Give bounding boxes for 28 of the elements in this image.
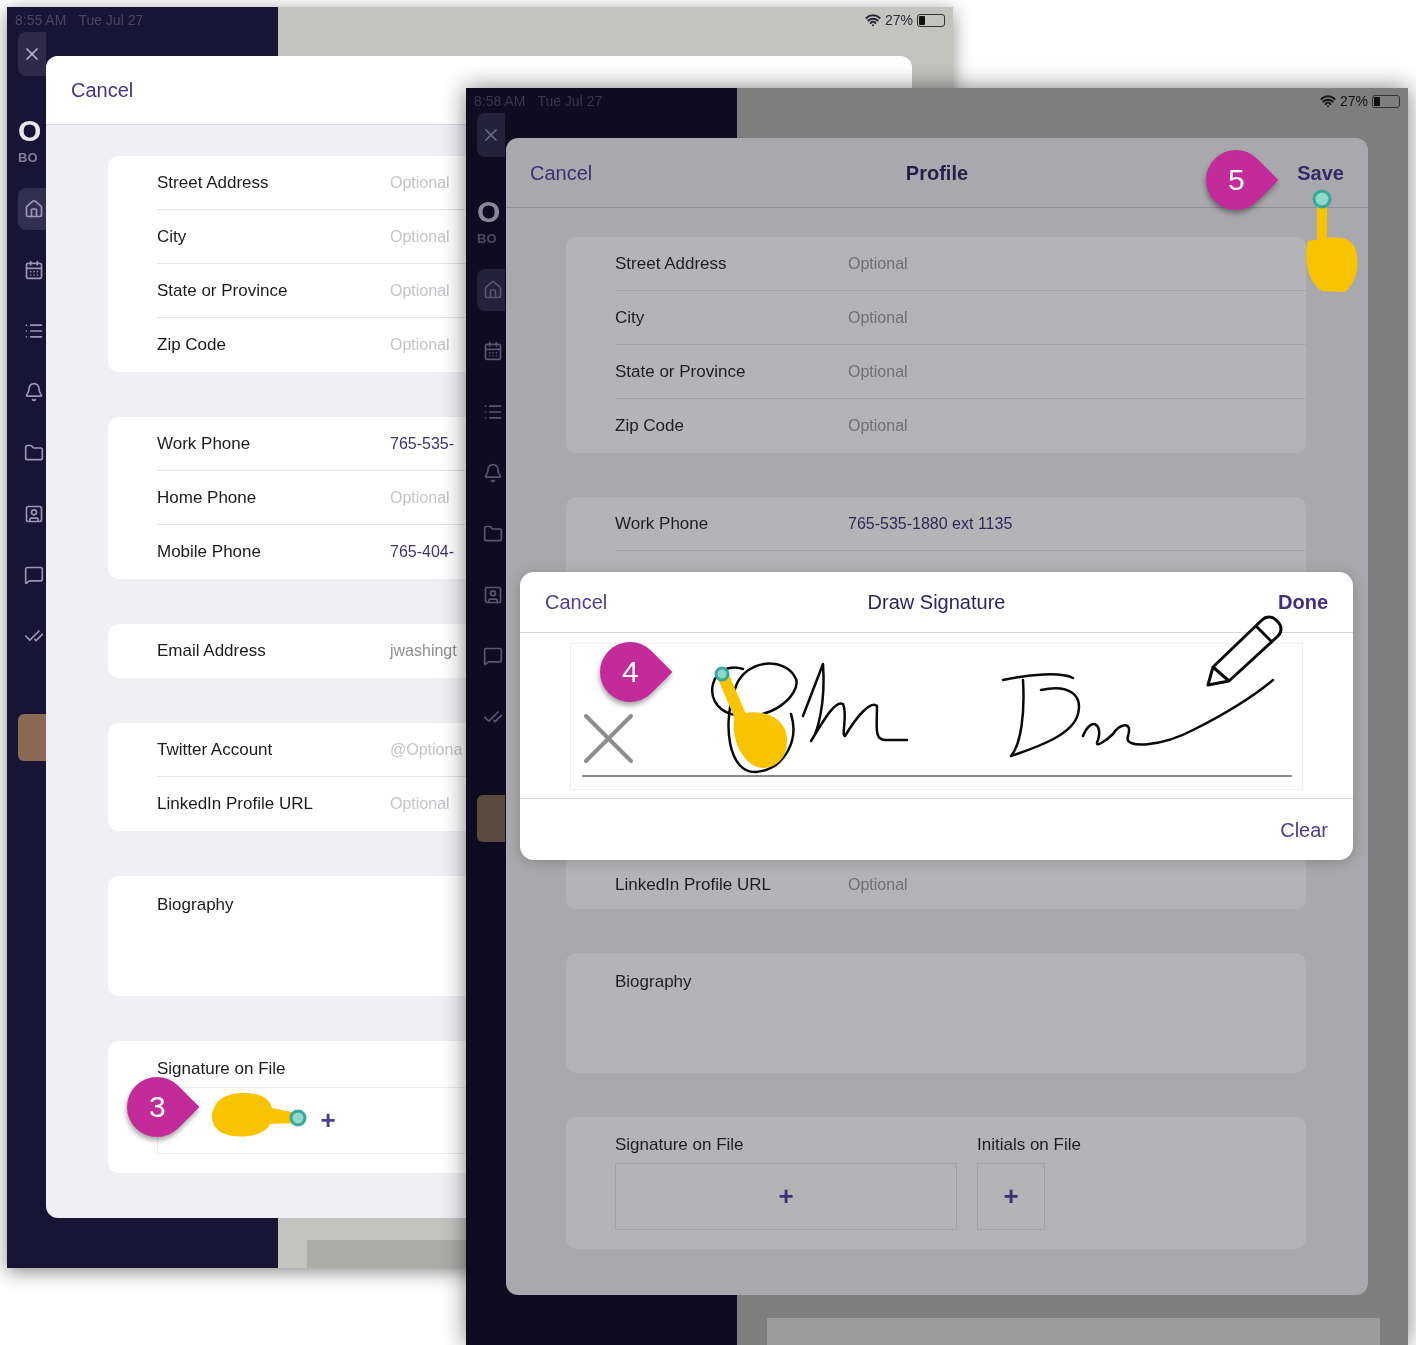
field-label: Street Address [615, 252, 728, 275]
field-label: Twitter Account [157, 738, 274, 761]
field-label: Zip Code [157, 334, 227, 357]
battery-percent: 27% [1339, 91, 1368, 111]
field-label: Email Address [157, 640, 267, 663]
field-label: City [157, 225, 188, 248]
field-label: LinkedIn Profile URL [615, 873, 772, 896]
logo-letter: O [18, 114, 42, 148]
field-label: Work Phone [615, 512, 710, 535]
field-label: Biography [615, 972, 692, 991]
field-label: LinkedIn Profile URL [157, 793, 314, 816]
sheet-title: Profile [905, 160, 969, 186]
battery-percent: 27% [884, 10, 913, 30]
field-label: Work Phone [157, 432, 252, 455]
field-label: Biography [157, 895, 234, 914]
field-label: Street Address [157, 171, 270, 194]
field-label: Home Phone [157, 486, 258, 509]
field-label: State or Province [615, 360, 747, 383]
field-label: City [615, 306, 646, 329]
dialog-title: Draw Signature [867, 590, 1006, 615]
organization-label: BO [18, 150, 38, 166]
field-label: Zip Code [615, 415, 685, 438]
field-label: Mobile Phone [157, 541, 262, 564]
organization-label: BO [477, 231, 497, 247]
field-label: State or Province [157, 279, 289, 302]
logo-letter: O [477, 195, 501, 229]
attachment-label: Signature on File [615, 1134, 745, 1156]
attachment-label: Initials on File [977, 1134, 1081, 1156]
